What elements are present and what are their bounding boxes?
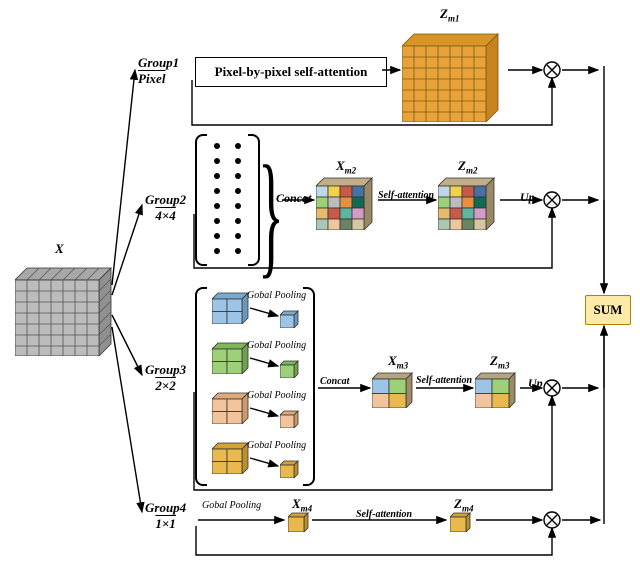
group2-label: Group2 4×4 bbox=[145, 192, 186, 224]
xm2-cube bbox=[316, 172, 380, 235]
g3-pooled-peach bbox=[280, 408, 302, 433]
group3-label: Group3 2×2 bbox=[145, 362, 186, 394]
up-g2-label: Up bbox=[520, 190, 535, 205]
xm4-cube bbox=[288, 510, 312, 537]
globalpool-label-4: Gobal Pooling bbox=[247, 440, 306, 451]
input-label: X bbox=[55, 241, 64, 257]
g3-pooled-blue bbox=[280, 308, 302, 333]
bracket-g3-right bbox=[303, 287, 315, 486]
sum-box: SUM bbox=[585, 295, 631, 325]
input-cube-x bbox=[15, 256, 125, 361]
group4-label: Group4 1×1 bbox=[145, 500, 186, 532]
globalpool-g4-label: Gobal Pooling bbox=[202, 500, 261, 511]
g3-region-green bbox=[212, 338, 252, 379]
zm1-label: Zm1 bbox=[440, 6, 459, 24]
g3-region-blue bbox=[212, 288, 252, 329]
g3-pooled-gold bbox=[280, 458, 302, 483]
zm4-cube bbox=[450, 510, 474, 537]
concat-g2-label: Concat bbox=[276, 191, 311, 206]
globalpool-label-2: Gobal Pooling bbox=[247, 340, 306, 351]
brace-icon: } bbox=[258, 135, 284, 294]
up-g3-label: Up bbox=[528, 376, 543, 391]
concat-g3-label: Concat bbox=[320, 376, 349, 387]
selfattn-g3-label: Self-attention bbox=[416, 375, 472, 386]
g3-region-peach bbox=[212, 388, 252, 429]
selfattn-g4-label: Self-attention bbox=[356, 509, 412, 520]
zm3-cube bbox=[475, 368, 521, 413]
xm3-cube bbox=[372, 368, 418, 413]
bracket-g2-left bbox=[195, 134, 207, 266]
zm2-cube bbox=[438, 172, 502, 235]
selfattn-g2-label: Self-attention bbox=[378, 190, 434, 201]
g3-pooled-green bbox=[280, 358, 302, 383]
globalpool-label-3: Gobal Pooling bbox=[247, 390, 306, 401]
zm1-cube bbox=[402, 22, 512, 127]
group1-label: Group1 Pixel bbox=[138, 55, 179, 87]
globalpool-label-1: Gobal Pooling bbox=[247, 290, 306, 301]
bracket-g3-left bbox=[195, 287, 207, 486]
dots-matrix bbox=[211, 138, 245, 265]
g3-region-gold bbox=[212, 438, 252, 479]
pixel-self-attention-box: Pixel-by-pixel self-attention bbox=[195, 57, 387, 87]
